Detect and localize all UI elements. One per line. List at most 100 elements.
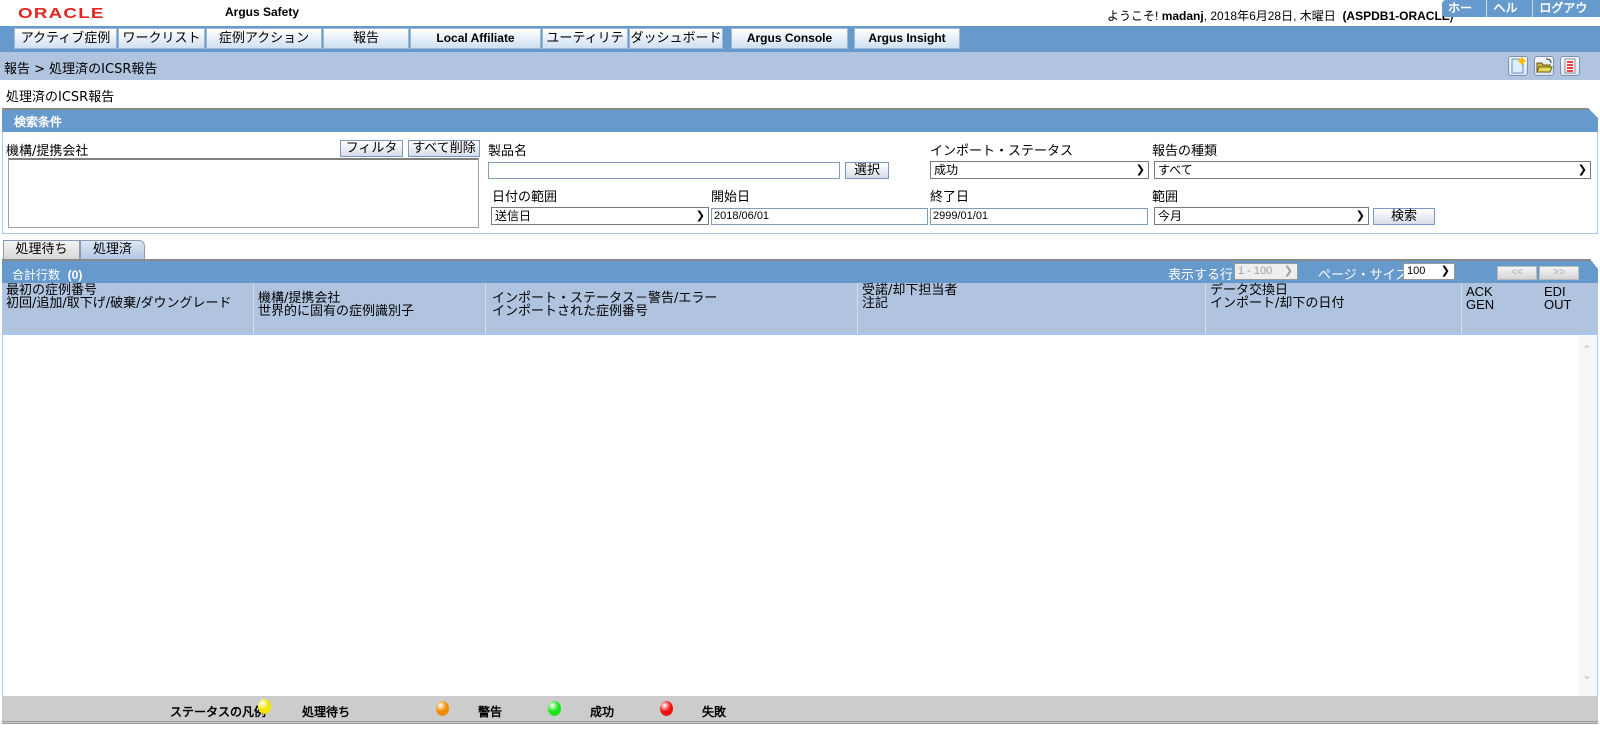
user-name: madanj <box>1161 9 1204 23</box>
new-document-icon[interactable] <box>1508 56 1528 76</box>
main-nav: アクティブ症例 ワークリスト 症例アクション 報告 Local Affiliat… <box>0 26 1600 65</box>
column-header-line1: 受諾/却下担当者 <box>862 283 958 298</box>
current-date: , 2018年6月28日, 木曜日 <box>1203 9 1336 23</box>
chevron-down-icon: ❯ <box>1283 265 1293 277</box>
failure-status-icon <box>660 701 673 716</box>
warning-status-icon <box>436 701 449 716</box>
select-product-button[interactable]: 選択 <box>845 162 889 179</box>
column-header-import-status[interactable]: インポート・ステータス－警告/エラー インポートされた症例番号 <box>486 283 858 335</box>
column-header-line2: 注記 <box>862 296 889 311</box>
nav-local-affiliate[interactable]: Local Affiliate <box>410 28 541 49</box>
column-header-line2: インポート/却下の日付 <box>1210 296 1345 311</box>
search-criteria-header: 検索条件 <box>2 108 1598 132</box>
column-header-organization[interactable]: 機構/提携会社 世界的に固有の症例識別子 <box>254 283 486 335</box>
chevron-down-icon: ❯ <box>1135 163 1145 176</box>
nav-case-actions[interactable]: 症例アクション <box>206 28 322 49</box>
report-type-value: すべて <box>1158 163 1193 177</box>
legend-warning: 警告 <box>478 705 503 719</box>
prev-page-button[interactable]: << <box>1497 266 1537 280</box>
column-header-line2: 世界的に固有の症例識別子 <box>258 304 415 319</box>
range-select[interactable]: 今月 ❯ <box>1154 207 1369 225</box>
report-list-icon[interactable] <box>1560 56 1580 76</box>
grid-header: 合計行数 (0) 表示する行 1 - 100 ❯ ページ・サイズ 100 ❯ << … <box>2 259 1598 283</box>
product-input[interactable] <box>488 162 840 179</box>
column-header-line2: 初回/追加/取下げ/破棄/ダウングレード <box>6 296 232 311</box>
search-button[interactable]: 検索 <box>1373 208 1435 225</box>
breadcrumb: 報告 > 処理済のICSR報告 <box>4 62 158 77</box>
start-date-input[interactable]: 2018/06/01 <box>711 208 928 225</box>
nav-worklist[interactable]: ワークリスト <box>118 28 205 49</box>
column-header-ack-gen[interactable]: ACK GEN <box>1462 283 1540 335</box>
org-label: 機構/提携会社 <box>6 144 89 159</box>
oracle-logo: ORACLE <box>18 5 105 22</box>
nav-reports[interactable]: 報告 <box>323 28 409 49</box>
start-date-label: 開始日 <box>711 190 751 205</box>
chevron-down-icon: ❯ <box>1440 265 1450 277</box>
legend-pending: 処理待ち <box>302 705 351 719</box>
legend-success: 成功 <box>590 705 615 719</box>
page-size-value: 100 <box>1407 265 1426 277</box>
search-criteria-title: 検索条件 <box>14 115 63 129</box>
nav-active-cases[interactable]: アクティブ症例 <box>14 28 117 49</box>
nav-argus-console[interactable]: Argus Console <box>731 28 848 49</box>
column-header-first-case[interactable]: 最初の症例番号 初回/追加/取下げ/破棄/ダウングレード <box>2 283 254 335</box>
nav-argus-insight[interactable]: Argus Insight <box>854 28 960 49</box>
legend-title: ステータスの凡例 <box>170 705 267 719</box>
breadcrumb-bar: 報告 > 処理済のICSR報告 <box>0 52 1600 80</box>
date-range-select[interactable]: 送信日 ❯ <box>491 207 709 225</box>
rows-shown-label: 表示する行 <box>1168 268 1234 283</box>
end-date-input[interactable]: 2999/01/01 <box>930 208 1148 225</box>
top-links: ホーム ヘルプ ログアウト <box>1442 0 1600 30</box>
pending-status-icon <box>258 699 271 714</box>
date-range-label: 日付の範囲 <box>492 190 558 205</box>
app-title: Argus Safety <box>225 5 300 19</box>
home-link[interactable]: ホーム <box>1442 0 1487 30</box>
scroll-down-icon[interactable]: ⌄ <box>1582 668 1592 682</box>
top-header: ORACLE Argus Safety ようこそ! madanj, 2018年6… <box>0 0 1600 30</box>
page-title: 処理済のICSR報告 <box>6 90 115 105</box>
total-rows-label: 合計行数 <box>12 268 61 282</box>
column-header-edi-out[interactable]: EDI OUT <box>1540 283 1598 335</box>
import-status-value: 成功 <box>934 163 959 177</box>
status-legend: ステータスの凡例 処理待ち 警告 成功 失敗 <box>2 696 1598 724</box>
tab-pending[interactable]: 処理待ち <box>3 240 80 259</box>
column-header-line2: GEN <box>1466 297 1495 312</box>
database-name: (ASPDB1-ORACLE) <box>1342 9 1454 23</box>
open-folder-icon[interactable] <box>1534 56 1554 76</box>
column-header-line2: インポートされた症例番号 <box>492 304 649 319</box>
tab-processed[interactable]: 処理済 <box>80 240 145 259</box>
page-size-select[interactable]: 100 ❯ <box>1403 263 1455 280</box>
column-header-exchange-date[interactable]: データ交換日 インポート/却下の日付 <box>1206 283 1462 335</box>
logout-link[interactable]: ログアウト <box>1532 0 1600 30</box>
filter-button[interactable]: フィルタ <box>340 140 403 157</box>
chevron-down-icon: ❯ <box>1355 209 1365 222</box>
range-value: 今月 <box>1158 209 1183 223</box>
vertical-scrollbar[interactable]: ⌃ ⌄ <box>1579 335 1597 696</box>
column-header-accepted-by[interactable]: 受諾/却下担当者 注記 <box>858 283 1206 335</box>
next-page-button[interactable]: >> <box>1539 266 1579 280</box>
rows-shown-select[interactable]: 1 - 100 ❯ <box>1234 263 1298 280</box>
scroll-up-icon[interactable]: ⌃ <box>1582 343 1592 357</box>
report-type-select[interactable]: すべて ❯ <box>1154 161 1591 179</box>
rows-shown-value: 1 - 100 <box>1238 265 1273 277</box>
chevron-down-icon: ❯ <box>1577 163 1587 176</box>
nav-dashboard[interactable]: ダッシュボード <box>629 28 723 49</box>
success-status-icon <box>548 701 561 716</box>
nav-utilities[interactable]: ユーティリティ <box>542 28 628 65</box>
product-label: 製品名 <box>488 144 528 159</box>
grid-body: ⌃ ⌄ <box>2 335 1598 696</box>
welcome-prefix: ようこそ! <box>1107 9 1159 23</box>
grid-column-headers: 最初の症例番号 初回/追加/取下げ/破棄/ダウングレード 機構/提携会社 世界的… <box>2 283 1598 335</box>
help-link[interactable]: ヘルプ <box>1486 0 1533 30</box>
date-range-value: 送信日 <box>495 209 532 223</box>
total-rows-value: (0) <box>67 268 83 282</box>
import-status-select[interactable]: 成功 ❯ <box>930 161 1149 179</box>
column-header-line2: OUT <box>1544 297 1572 312</box>
clear-all-button[interactable]: すべて削除 <box>408 140 480 157</box>
legend-failure: 失敗 <box>702 705 727 719</box>
welcome-text: ようこそ! madanj, 2018年6月28日, 木曜日 (ASPDB1-OR… <box>1107 7 1454 24</box>
org-listbox[interactable] <box>8 158 479 228</box>
end-date-label: 終了日 <box>930 190 970 205</box>
import-status-label: インポート・ステータス <box>930 144 1074 159</box>
page-size-label: ページ・サイズ <box>1318 268 1409 283</box>
